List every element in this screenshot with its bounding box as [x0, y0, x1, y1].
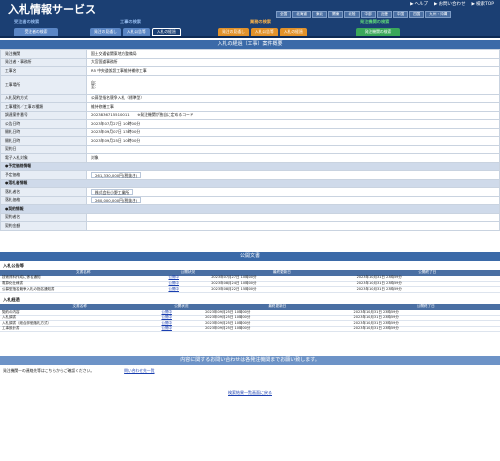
help-link[interactable]: ▶ ヘルプ [410, 2, 428, 8]
pref-tab[interactable]: 中部 [360, 11, 376, 18]
nav-service-outlook[interactable]: 発注の見通し [218, 28, 249, 36]
search-top-link[interactable]: ▶ 検索TOP [472, 2, 494, 8]
site-logo: 入札情報サービス [8, 3, 96, 16]
nav-outlook[interactable]: 発注の見通し [90, 28, 121, 36]
group-construction: 工事の検索 [120, 19, 141, 24]
nav-agency[interactable]: 発注機関の検索 [356, 28, 400, 36]
summary-table: 発注機関 国土交通省関東地方整備局 発注者・事務所 大宮国道事務所 工事名 R5 中央… [0, 49, 500, 231]
pref-tab[interactable]: 近畿 [376, 11, 392, 18]
pref-tab[interactable]: 北陸 [344, 11, 360, 18]
contact-list-link[interactable]: 問い合わせ先一覧 [124, 369, 154, 373]
pref-tab[interactable]: 九州・沖縄 [425, 11, 452, 18]
group-agency: 発注機関の検索 [360, 19, 390, 24]
process-table: 文書名称 公開状況 最終更新日 公開終了日 契約の内容 公開中 2023年09月25日 1… [0, 303, 500, 333]
award-section: ●落札者情報 [0, 178, 500, 188]
docs-title: 公開文書 [0, 251, 500, 261]
nav-notice[interactable]: 入札公告等 [122, 28, 150, 36]
nav-process-selected[interactable]: 入札の経過 [151, 28, 181, 36]
pref-tab[interactable]: 全国 [276, 11, 292, 18]
footer-text: 発注機関一の連絡先等はこちらからご確認ください。 [3, 368, 95, 374]
group-service: 業務の検索 [250, 19, 271, 24]
back-to-results-link[interactable]: 検索結果一覧画面に戻る [228, 390, 272, 395]
group-contractor: 受注者の検索 [14, 19, 40, 24]
process-caption: 入札経過 [3, 296, 20, 302]
price-value: 261,330,000円(税抜き) [91, 171, 142, 178]
prefecture-tabs: 全国 北海道 東北 関東 北陸 中部 近畿 中国 四国 九州・沖縄 [276, 11, 494, 18]
contact-link[interactable]: ▶ お問い合わせ [434, 2, 465, 8]
table-row: 公募型指名競争入札の指名通知書 公開中 2023年08月22日 15時00分 2023… [0, 286, 500, 293]
contract-section: ●契約情報 [0, 204, 500, 214]
pref-tab[interactable]: 四国 [409, 11, 425, 18]
pref-tab[interactable]: 関東 [328, 11, 344, 18]
notice-table: 文書名称 公開状況 最終更新日 公開終了日 技術資料作成に係る通知 公開中 2023年07… [0, 269, 500, 293]
nav-service-notice[interactable]: 入札公告等 [250, 28, 278, 36]
notice-caption: 入札公告等 [3, 262, 24, 268]
site-header: 入札情報サービス ▶ ヘルプ ▶ お問い合わせ ▶ 検索TOP 全国 北海道 東北 関… [0, 0, 500, 38]
nav-service-process[interactable]: 入札の経過 [279, 28, 307, 36]
pref-tab[interactable]: 中国 [392, 11, 409, 18]
table-row: 工事設計書 公開中 2023年09月25日 10時00分 2023年10月31日 23… [0, 326, 500, 333]
page-title: 入札の経過（工事）案件概要 [0, 40, 500, 49]
nav-contractor[interactable]: 受注者の検索 [14, 28, 58, 36]
price-section: ●予定価格情報 [0, 161, 500, 171]
footer-band: 内容に関するお問い合わせは各発注機関までお願い致します。 [0, 356, 500, 366]
pref-tab[interactable]: 東北 [311, 11, 328, 18]
pref-tab[interactable]: 北海道 [292, 11, 311, 18]
